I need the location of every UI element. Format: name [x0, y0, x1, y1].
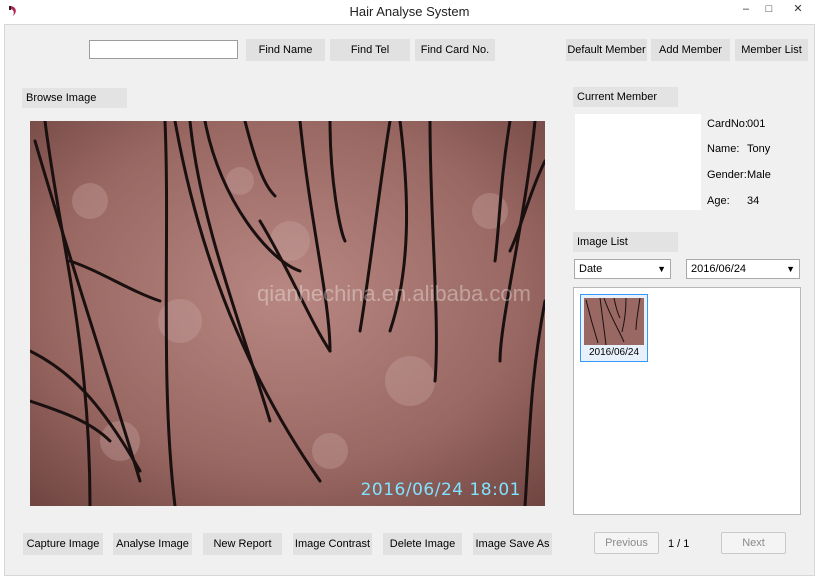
- next-button[interactable]: Next: [721, 532, 786, 554]
- age-key: Age:: [707, 195, 730, 207]
- current-member-label: Current Member: [573, 87, 678, 107]
- browse-image-view[interactable]: qianhechina.en.alibaba.com 2016/06/24 18…: [30, 121, 545, 506]
- watermark-text: qianhechina.en.alibaba.com: [257, 281, 531, 306]
- image-thumbnail[interactable]: 2016/06/24: [580, 294, 648, 362]
- find-card-button[interactable]: Find Card No.: [415, 39, 495, 61]
- analyse-image-button[interactable]: Analyse Image: [113, 533, 192, 555]
- gender-key: Gender:: [707, 169, 747, 181]
- age-value: 34: [747, 195, 760, 207]
- find-tel-button[interactable]: Find Tel: [330, 39, 410, 61]
- default-member-button[interactable]: Default Member: [566, 39, 647, 61]
- date-select-value: 2016/06/24: [691, 263, 747, 275]
- sort-select[interactable]: Date ▼: [574, 259, 671, 279]
- sort-select-value: Date: [579, 263, 603, 275]
- new-report-button[interactable]: New Report: [203, 533, 282, 555]
- page-indicator: 1 / 1: [668, 538, 690, 550]
- image-list-view[interactable]: 2016/06/24: [573, 287, 801, 515]
- maximize-button[interactable]: □: [757, 2, 781, 18]
- member-list-button[interactable]: Member List: [735, 39, 808, 61]
- chevron-down-icon: ▼: [657, 264, 666, 274]
- gender-value: Male: [747, 169, 771, 181]
- capture-image-button[interactable]: Capture Image: [23, 533, 103, 555]
- image-save-as-button[interactable]: Image Save As: [473, 533, 552, 555]
- image-list-label: Image List: [573, 232, 678, 252]
- thumbnail-image: [584, 298, 644, 345]
- member-photo: [575, 114, 701, 210]
- cardno-value: 001: [747, 118, 766, 130]
- cardno-key: CardNo:: [707, 118, 748, 130]
- thumbnail-label: 2016/06/24: [588, 347, 640, 358]
- previous-button[interactable]: Previous: [594, 532, 659, 554]
- chevron-down-icon: ▼: [786, 264, 795, 274]
- minimize-button[interactable]: –: [734, 2, 758, 18]
- delete-image-button[interactable]: Delete Image: [383, 533, 462, 555]
- window-title: Hair Analyse System: [349, 4, 470, 19]
- close-button[interactable]: ✕: [786, 2, 810, 18]
- find-name-button[interactable]: Find Name: [246, 39, 325, 61]
- title-bar: Hair Analyse System – □ ✕: [0, 0, 819, 24]
- scalp-image: [30, 121, 545, 506]
- name-key: Name:: [707, 143, 740, 155]
- image-contrast-button[interactable]: Image Contrast: [293, 533, 372, 555]
- search-input[interactable]: [89, 40, 238, 59]
- date-select[interactable]: 2016/06/24 ▼: [686, 259, 800, 279]
- browse-image-label: Browse Image: [22, 88, 127, 108]
- name-value: Tony: [747, 143, 771, 155]
- capture-timestamp: 2016/06/24 18:01: [360, 480, 521, 500]
- add-member-button[interactable]: Add Member: [651, 39, 730, 61]
